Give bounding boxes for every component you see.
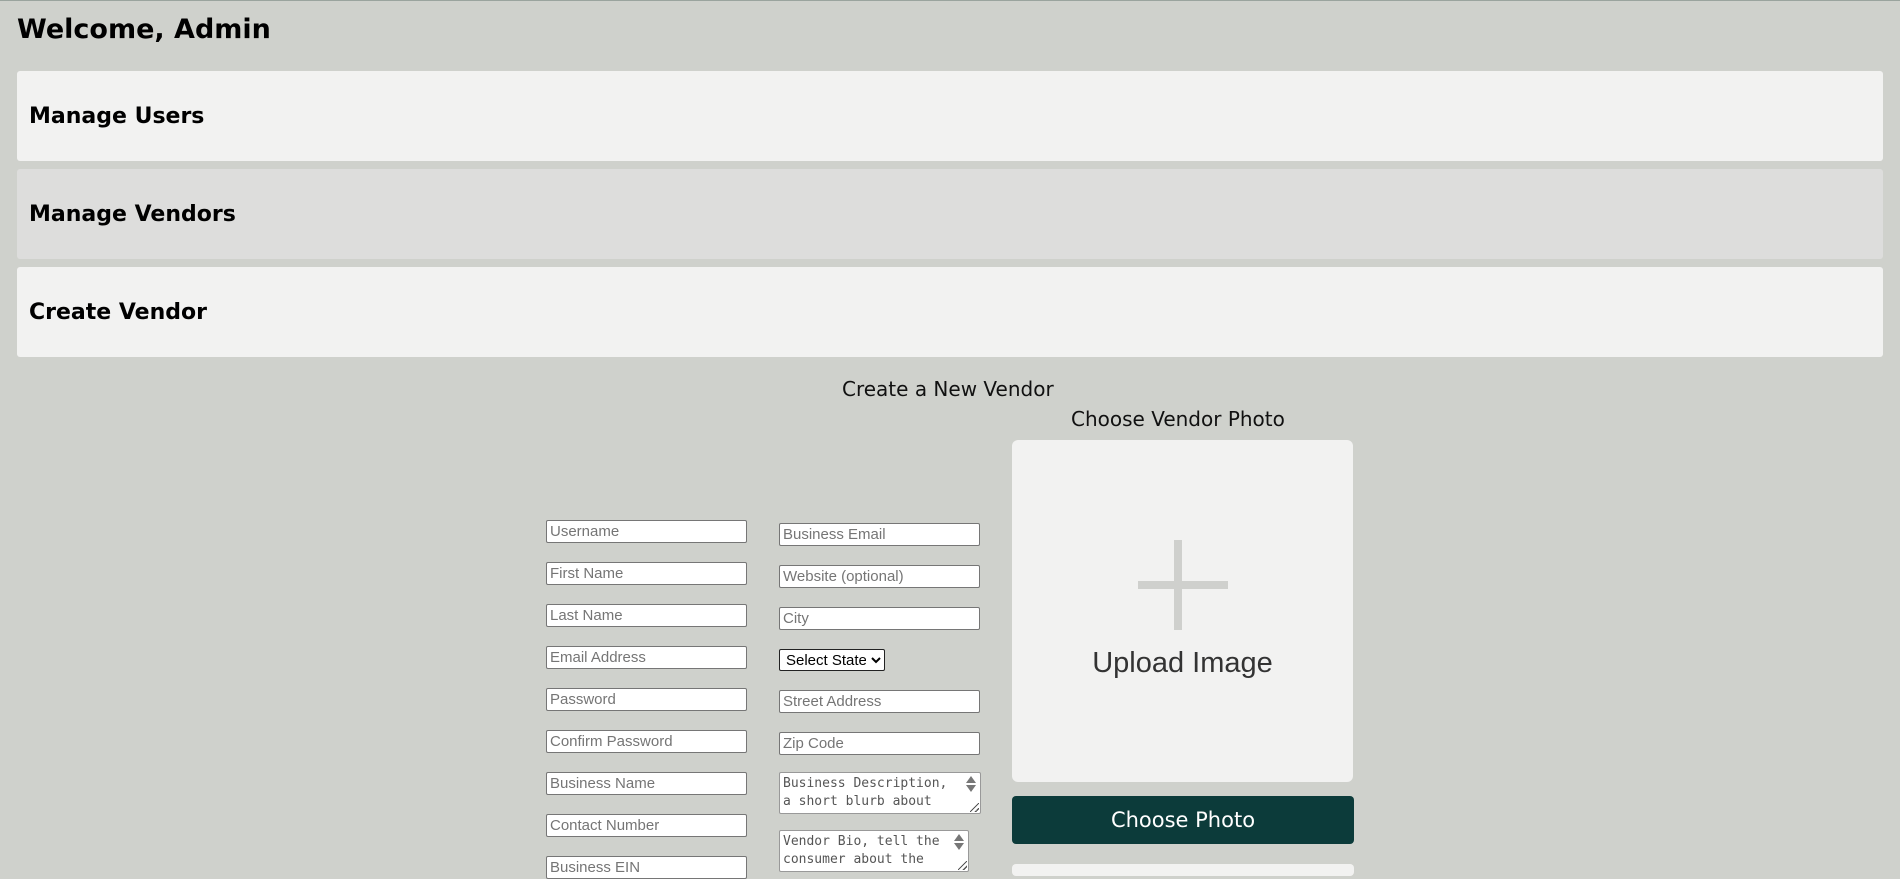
password-input[interactable] [546, 688, 747, 711]
upload-image-label: Upload Image [1092, 647, 1273, 679]
confirm-password-input[interactable] [546, 730, 747, 753]
email-address-input[interactable] [546, 646, 747, 669]
business-ein-input[interactable] [546, 856, 747, 879]
plus-icon-bar [1138, 581, 1228, 589]
next-section-box [1012, 864, 1354, 876]
manage-users-panel[interactable]: Manage Users [17, 71, 1883, 161]
contact-number-input[interactable] [546, 814, 747, 837]
page-title: Welcome, Admin [17, 14, 271, 45]
city-input[interactable] [779, 607, 980, 630]
business-email-input[interactable] [779, 523, 980, 546]
street-address-input[interactable] [779, 690, 980, 713]
photo-section-title: Choose Vendor Photo [1071, 407, 1285, 431]
business-name-input[interactable] [546, 772, 747, 795]
vendor-bio-textarea[interactable] [779, 830, 969, 872]
first-name-input[interactable] [546, 562, 747, 585]
manage-vendors-panel[interactable]: Manage Vendors [17, 169, 1883, 259]
business-description-textarea[interactable] [779, 772, 981, 814]
manage-vendors-label: Manage Vendors [29, 201, 236, 227]
zip-code-input[interactable] [779, 732, 980, 755]
website-input[interactable] [779, 565, 980, 588]
manage-users-label: Manage Users [29, 103, 205, 129]
form-title: Create a New Vendor [842, 377, 1054, 401]
choose-photo-button[interactable]: Choose Photo [1012, 796, 1354, 844]
create-vendor-label: Create Vendor [29, 299, 207, 325]
last-name-input[interactable] [546, 604, 747, 627]
create-vendor-panel[interactable]: Create Vendor [17, 267, 1883, 357]
username-input[interactable] [546, 520, 747, 543]
upload-image-dropzone[interactable]: Upload Image [1012, 440, 1353, 782]
state-select[interactable]: Select State [779, 649, 885, 671]
